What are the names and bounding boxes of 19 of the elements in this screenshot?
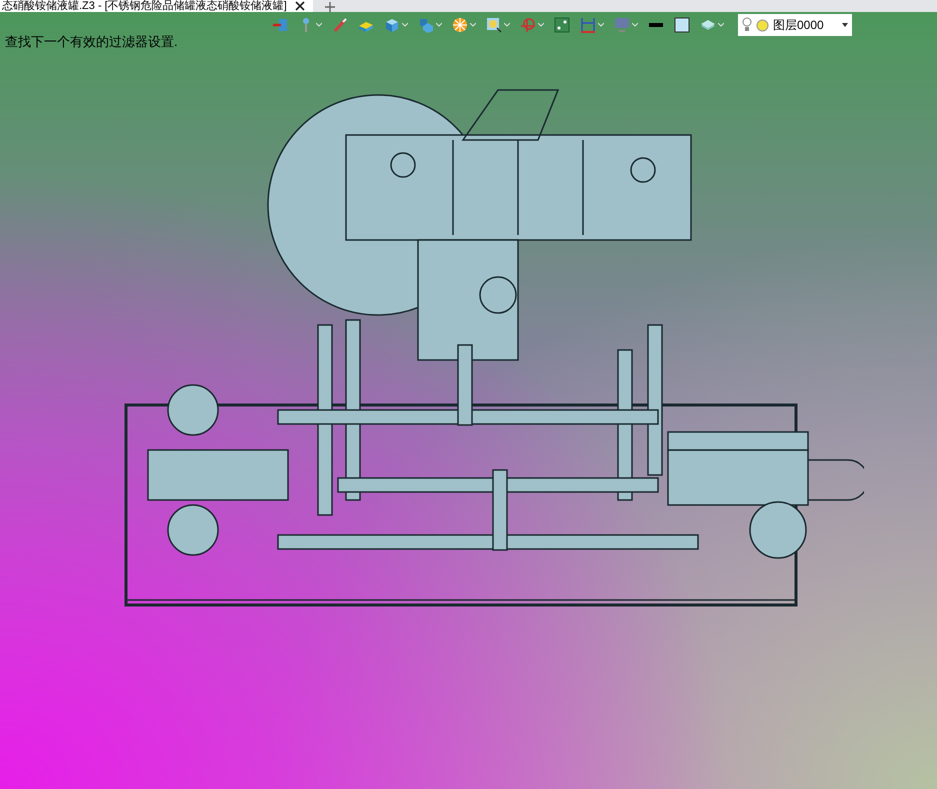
view-cube-icon[interactable] xyxy=(418,17,434,33)
exit-icon[interactable] xyxy=(272,17,288,33)
cube-icon[interactable] xyxy=(384,17,400,33)
dropdown-caret-icon[interactable] xyxy=(842,23,848,27)
new-tab-icon[interactable] xyxy=(324,2,335,12)
axis-icon[interactable] xyxy=(520,17,536,33)
layer-name: 图层0000 xyxy=(773,17,825,34)
wheel-icon[interactable] xyxy=(452,17,468,33)
close-icon[interactable] xyxy=(294,1,305,11)
brush-icon[interactable] xyxy=(332,17,348,33)
layers-icon[interactable] xyxy=(700,17,716,33)
zoom-icon[interactable] xyxy=(486,17,502,33)
frame-icon[interactable] xyxy=(554,17,570,33)
layer-select[interactable]: 图层0000 xyxy=(738,14,852,36)
fill-color-icon[interactable] xyxy=(674,17,690,33)
circle-icon xyxy=(756,18,769,32)
status-message: 查找下一个有效的过滤器设置. xyxy=(5,33,178,51)
dimension-icon[interactable] xyxy=(580,17,596,33)
lightbulb-icon xyxy=(742,17,752,33)
